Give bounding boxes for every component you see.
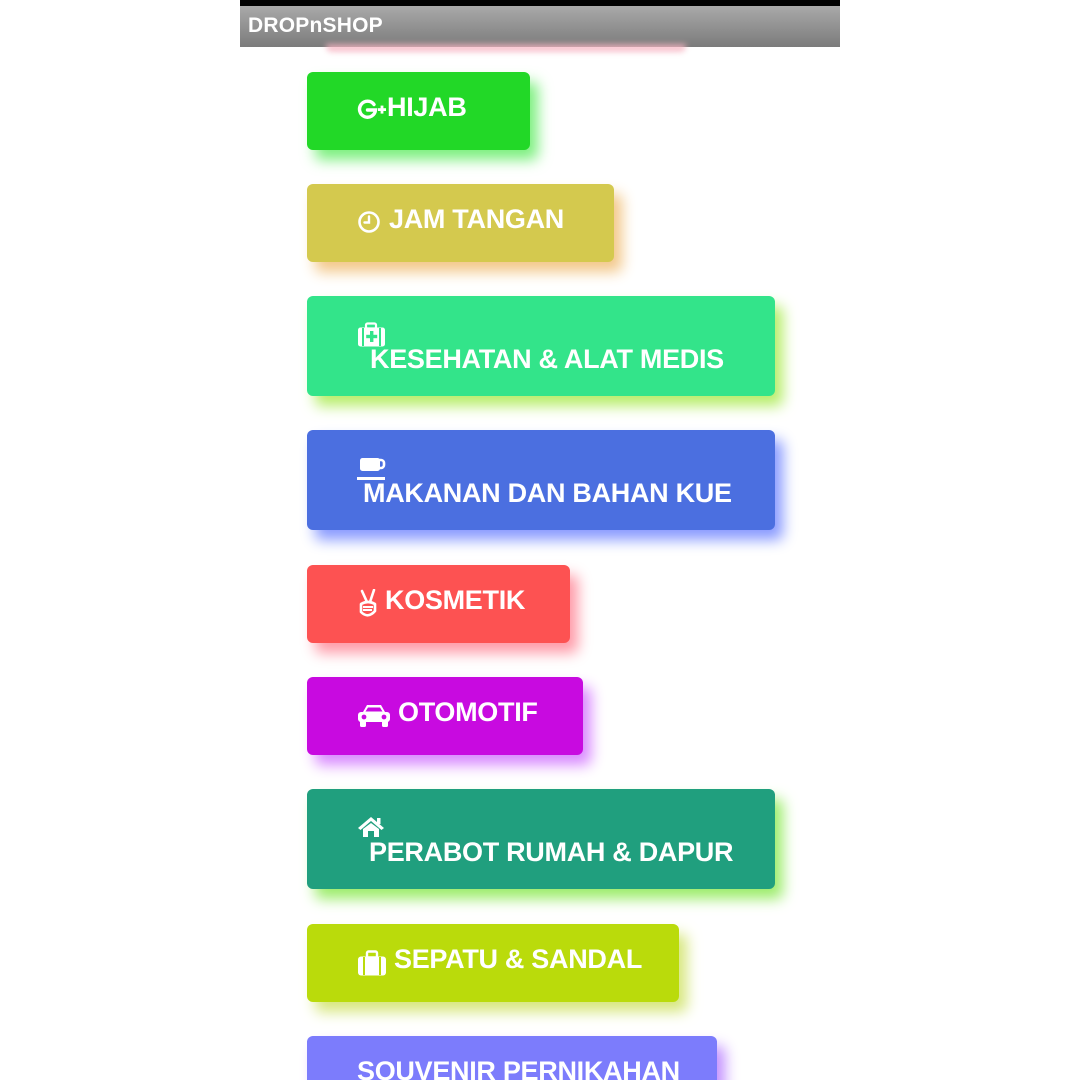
category-button-perabot[interactable]: PERABOT RUMAH & DAPUR [307,789,775,889]
category-button-jam-tangan[interactable]: JAM TANGAN [307,184,614,262]
category-button-kesehatan[interactable]: KESEHATAN & ALAT MEDIS [307,296,775,396]
app-bar: DROPnSHOP [240,6,840,47]
phone-screen: DROPnSHOP HIJAB JAM TANGAN KESEHATAN & A… [240,0,840,1080]
clock-icon [357,208,383,234]
category-button-makanan[interactable]: MAKANAN DAN BAHAN KUE [307,430,775,530]
category-label: SOUVENIR PERNIKAHAN [357,1056,680,1080]
category-label: MAKANAN DAN BAHAN KUE [363,478,732,508]
category-button-kosmetik[interactable]: KOSMETIK [307,565,570,643]
category-label: JAM TANGAN [389,204,564,234]
category-label: OTOMOTIF [398,697,538,727]
category-button-souvenir[interactable]: SOUVENIR PERNIKAHAN [307,1036,717,1080]
previous-category-button-edge[interactable] [326,44,686,52]
category-label: SEPATU & SANDAL [394,944,643,974]
category-button-otomotif[interactable]: OTOMOTIF [307,677,583,755]
category-button-sepatu[interactable]: SEPATU & SANDAL [307,924,679,1002]
app-title: DROPnSHOP [248,14,383,37]
category-label: PERABOT RUMAH & DAPUR [369,837,734,867]
category-button-hijab[interactable]: HIJAB [307,72,530,150]
google-plus-icon [357,96,386,122]
victory-hand-icon [357,589,383,617]
car-icon [357,703,390,729]
category-label: KOSMETIK [385,585,526,615]
category-label: HIJAB [387,92,467,122]
suitcase-icon [357,950,386,976]
category-label: KESEHATAN & ALAT MEDIS [370,344,724,374]
